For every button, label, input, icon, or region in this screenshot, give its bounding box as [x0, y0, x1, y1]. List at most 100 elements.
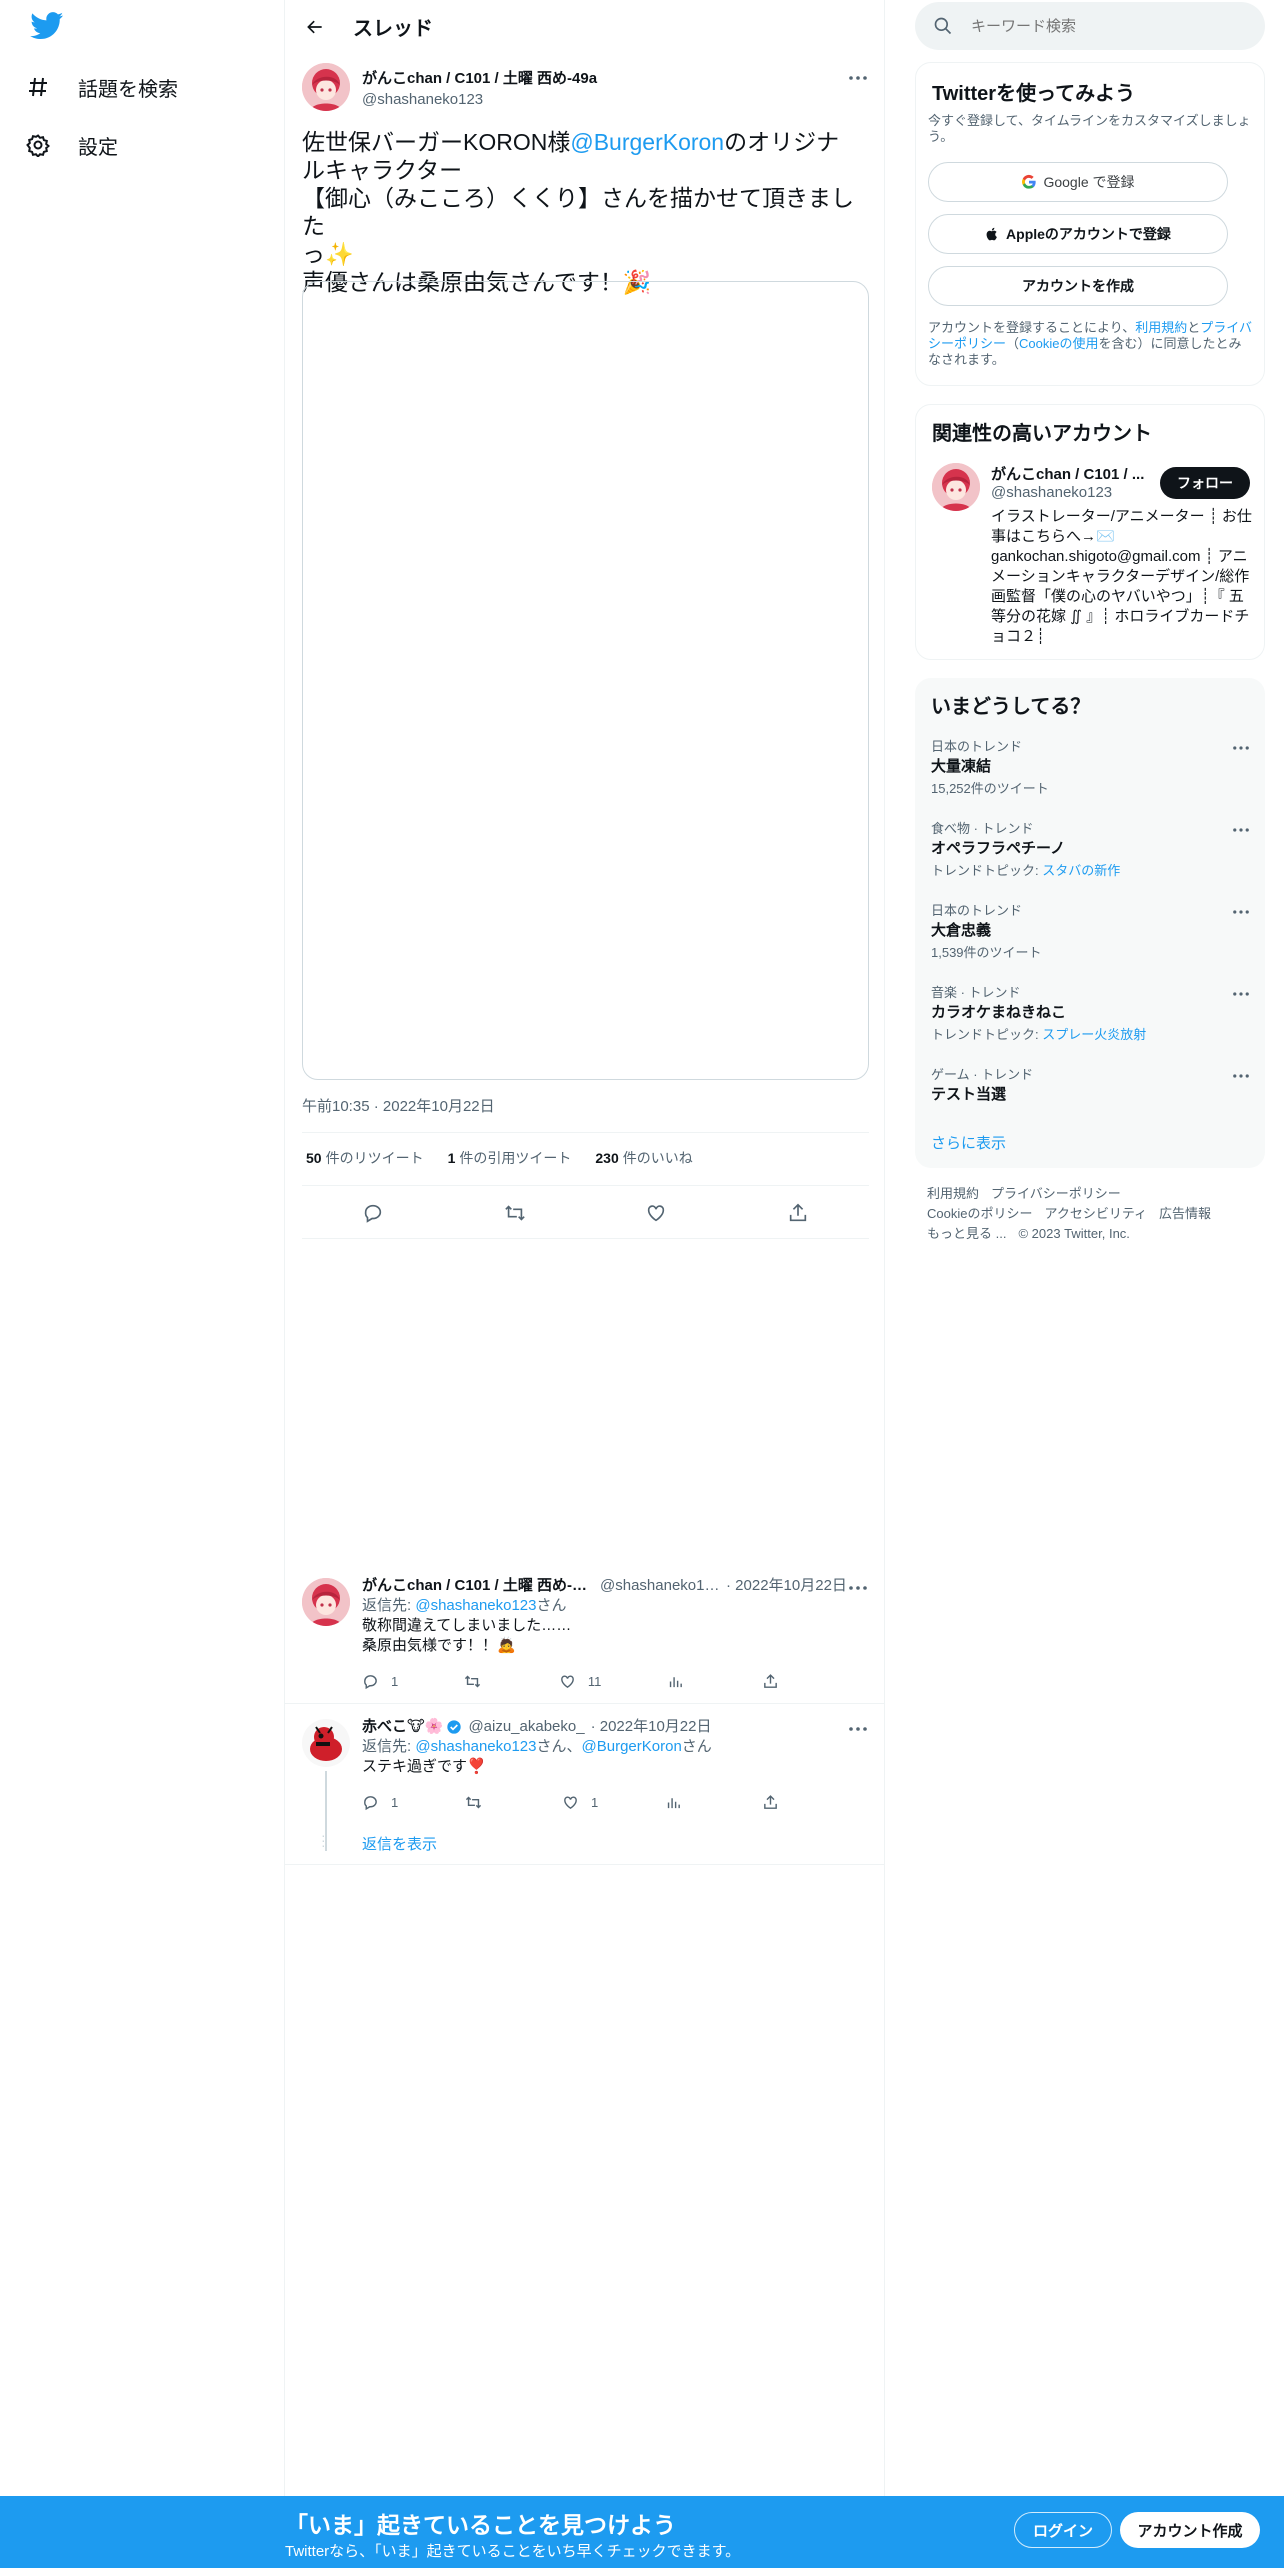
like-count: 1 [590, 1795, 599, 1810]
tweet-time: 午前10:35 [302, 1098, 370, 1115]
reply-author-name[interactable]: 赤べこ🐮🌸 [362, 1717, 443, 1737]
search-bar[interactable] [915, 2, 1265, 50]
avatar[interactable] [302, 63, 350, 111]
reply-to-mention[interactable]: @shashaneko123 [415, 1738, 536, 1755]
share-icon[interactable] [781, 1196, 815, 1230]
trend-topic-link[interactable]: スプレー火炎放射 [1042, 1027, 1146, 1042]
trend-item[interactable]: 日本のトレンド 大量凍結 15,252件のツイート [915, 736, 1265, 814]
more-options-icon[interactable] [846, 66, 870, 90]
reply-to-mid: さん、 [536, 1738, 582, 1755]
show-replies-link[interactable]: 返信を表示 [362, 1833, 437, 1854]
nav-settings[interactable]: 設定 [24, 123, 118, 167]
trend-context: 食べ物 · トレンド [931, 821, 1034, 836]
reply-icon [364, 1796, 377, 1811]
reply-author-handle[interactable]: @aizu_akabeko_ [468, 1717, 584, 1737]
share-button[interactable] [762, 1794, 792, 1811]
avatar[interactable] [932, 463, 980, 511]
reply-icon[interactable] [356, 1196, 390, 1230]
footer-terms[interactable]: 利用規約 [927, 1186, 979, 1201]
google-signup-button[interactable]: Google で登録 [928, 162, 1228, 202]
reply-button[interactable]: 1 [362, 1794, 398, 1811]
show-more-link[interactable]: さらに表示 [931, 1132, 1006, 1153]
related-accounts-panel: 関連性の高いアカウント がんこchan / C101 / ... @shasha… [915, 404, 1265, 660]
like-button[interactable]: 11 [559, 1673, 601, 1690]
reply-tweet[interactable]: 赤べこ🐮🌸 @aizu_akabeko_ · 2022年10月22日 返信先: … [285, 1717, 885, 1865]
reply-count: 1 [391, 1795, 399, 1810]
signup-button[interactable]: アカウント作成 [1120, 2512, 1260, 2548]
trend-context: 日本のトレンド [931, 903, 1023, 918]
author-handle[interactable]: @shashaneko123 [362, 91, 597, 108]
author-name[interactable]: がんこchan / C101 / 土曜 西め-49a [362, 67, 597, 88]
login-button[interactable]: ログイン [1014, 2512, 1112, 2548]
reply-to-mention[interactable]: @shashaneko123 [415, 1597, 536, 1614]
footer-accessibility[interactable]: アクセシビリティ [1044, 1206, 1147, 1221]
reply-body: 赤べこ🐮🌸 @aizu_akabeko_ · 2022年10月22日 返信先: … [362, 1717, 867, 1777]
bottom-signup-bar: 「いま」起きていることを見つけよう Twitterなら、「いま」起きていることを… [0, 2496, 1284, 2568]
retweet-button[interactable] [464, 1673, 494, 1690]
share-button[interactable] [762, 1673, 792, 1690]
nav-explore[interactable]: 話題を検索 [24, 65, 178, 109]
retweet-icon[interactable] [498, 1196, 532, 1230]
cookie-link[interactable]: Cookieの使用 [1019, 336, 1098, 351]
retweet-stat[interactable]: 50 件のリツイート [306, 1148, 424, 1168]
trend-item[interactable]: 音楽 · トレンド カラオケまねきねこ トレンドトピック: スプレー火炎放射 [915, 982, 1265, 1060]
trend-topic-link[interactable]: スタバの新作 [1042, 863, 1120, 878]
like-count: 230 [595, 1150, 619, 1166]
more-options-icon[interactable] [1229, 736, 1253, 760]
more-options-icon[interactable] [1229, 818, 1253, 842]
avatar[interactable] [302, 1578, 350, 1626]
reply-tweet[interactable]: がんこchan / C101 / 土曜 西め-49a @shashaneko12… [285, 1576, 885, 1704]
reply-author-handle[interactable]: @shashaneko123 [600, 1576, 720, 1596]
tweet-timestamp[interactable]: 午前10:35 · 2022年10月22日 [302, 1095, 495, 1116]
reply-button[interactable]: 1 [362, 1673, 398, 1690]
like-icon[interactable] [639, 1196, 673, 1230]
more-options-icon[interactable] [1229, 1064, 1253, 1088]
back-arrow-icon[interactable] [297, 9, 333, 45]
search-input[interactable] [971, 17, 1251, 35]
footer-ads[interactable]: 広告情報 [1159, 1206, 1211, 1221]
views-button[interactable] [665, 1794, 695, 1811]
footer-cookie[interactable]: Cookieのポリシー [927, 1206, 1032, 1221]
more-options-icon[interactable] [1229, 900, 1253, 924]
quote-label: 件の引用ツイート [459, 1150, 572, 1166]
analytics-icon [667, 1798, 680, 1809]
related-handle[interactable]: @shashaneko123 [991, 484, 1112, 501]
reply-to-mention[interactable]: @BurgerKoron [582, 1738, 682, 1755]
more-options-icon[interactable] [846, 1576, 870, 1600]
avatar[interactable] [302, 1719, 350, 1767]
like-button[interactable]: 1 [562, 1794, 598, 1811]
trend-context: 日本のトレンド [931, 739, 1023, 754]
retweet-count: 50 [306, 1150, 322, 1166]
like-stat[interactable]: 230 件のいいね [595, 1148, 692, 1168]
verified-badge-icon [446, 1719, 462, 1735]
retweet-button[interactable] [465, 1794, 495, 1811]
reply-date[interactable]: · 2022年10月22日 [726, 1576, 847, 1596]
views-button[interactable] [667, 1673, 697, 1690]
quote-stat[interactable]: 1 件の引用ツイート [448, 1148, 572, 1168]
mention-link[interactable]: @BurgerKoron [570, 129, 724, 155]
trend-item[interactable]: 食べ物 · トレンド オペラフラペチーノ トレンドトピック: スタバの新作 [915, 818, 1265, 896]
retweet-icon [464, 1675, 480, 1688]
reply-author-name[interactable]: がんこchan / C101 / 土曜 西め-49a [362, 1576, 594, 1596]
related-name[interactable]: がんこchan / C101 / ... [991, 463, 1146, 484]
more-options-icon[interactable] [846, 1717, 870, 1741]
tweet-author[interactable]: がんこchan / C101 / 土曜 西め-49a @shashaneko12… [362, 67, 597, 108]
media-container[interactable] [302, 281, 869, 1080]
follow-button[interactable]: フォロー [1160, 467, 1250, 499]
create-account-button[interactable]: アカウントを作成 [928, 266, 1228, 306]
reply-date[interactable]: · 2022年10月22日 [591, 1717, 712, 1737]
apple-signup-button[interactable]: Appleのアカウントで登録 [928, 214, 1228, 254]
like-label: 件のいいね [622, 1150, 693, 1166]
reply-text-line: ステキ過ぎです❣️ [362, 1758, 486, 1775]
footer-privacy[interactable]: プライバシーポリシー [991, 1186, 1121, 1201]
reply-to-prefix: 返信先: [362, 1597, 416, 1614]
twitter-logo-icon[interactable] [30, 12, 66, 44]
google-signup-label: Google で登録 [1043, 174, 1135, 190]
terms-link[interactable]: 利用規約 [1135, 320, 1187, 335]
trend-item[interactable]: ゲーム · トレンド テスト当選 [915, 1064, 1265, 1124]
thread-header: スレッド [285, 0, 885, 53]
reply-text-line: 桑原由気様です！！🙇 [362, 1637, 516, 1654]
trend-item[interactable]: 日本のトレンド 大倉忠義 1,539件のツイート [915, 900, 1265, 978]
more-options-icon[interactable] [1229, 982, 1253, 1006]
footer-more[interactable]: もっと見る ... [927, 1226, 1006, 1241]
